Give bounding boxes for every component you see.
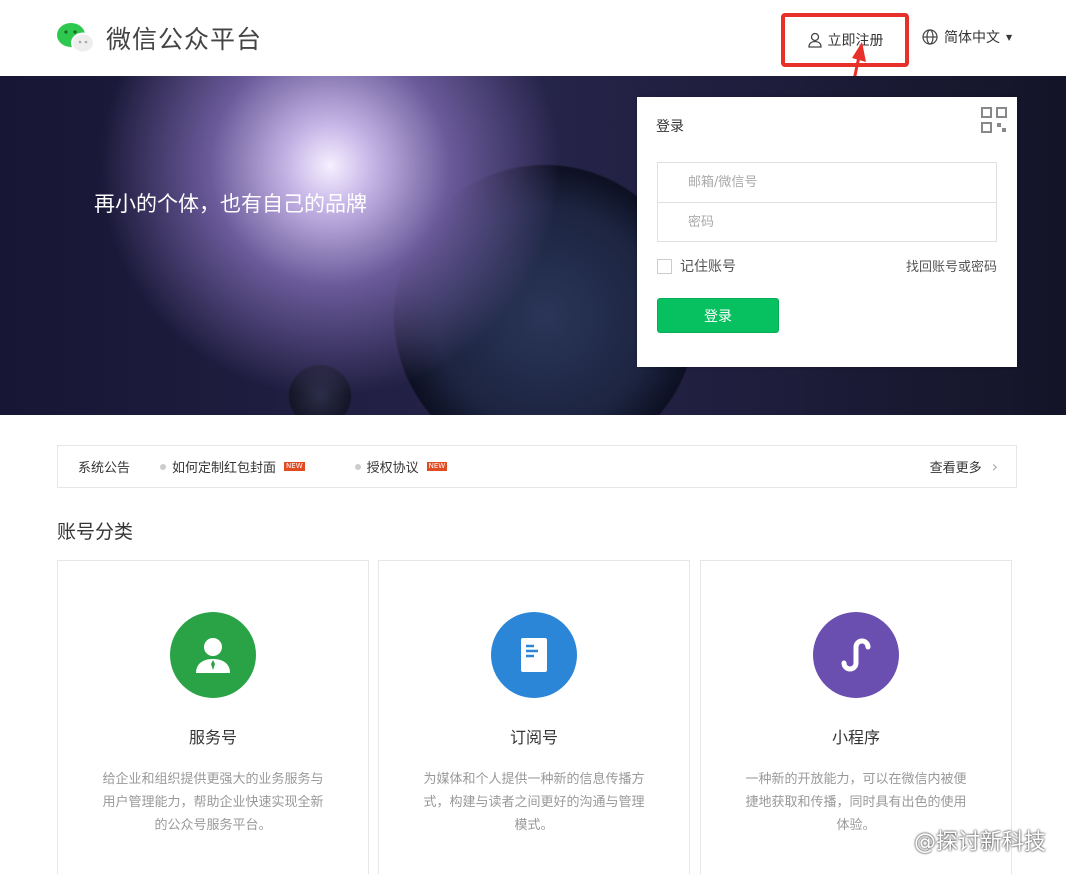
- card-subscription-account[interactable]: 订阅号 为媒体和个人提供一种新的信息传播方式，构建与读者之间更好的沟通与管理模式…: [378, 560, 690, 874]
- chevron-right-icon: ›: [991, 457, 998, 476]
- forgot-link[interactable]: 找回账号或密码: [906, 256, 997, 275]
- password-input[interactable]: [658, 202, 996, 241]
- login-button[interactable]: 登录: [657, 298, 779, 333]
- notice-bar: 系统公告 如何定制红包封面 NEW 授权协议 NEW 查看更多 ›: [57, 445, 1017, 488]
- section-title: 账号分类: [57, 521, 134, 543]
- logo[interactable]: 微信公众平台: [56, 20, 262, 56]
- card-desc: 给企业和组织提供更强大的业务服务与用户管理能力，帮助企业快速实现全新的公众号服务…: [102, 772, 324, 833]
- header: 微信公众平台 立即注册 简体中文 ▼: [0, 0, 1066, 109]
- card-service-account[interactable]: 服务号 给企业和组织提供更强大的业务服务与用户管理能力，帮助企业快速实现全新的公…: [57, 560, 369, 874]
- notice-text: 如何定制红包封面: [172, 461, 277, 476]
- new-badge: NEW: [284, 462, 305, 471]
- login-title: 登录: [656, 119, 684, 135]
- slogan: 再小的个体，也有自己的品牌: [94, 192, 367, 216]
- login-panel: 登录 记住账号 找回账号或密码 登录: [637, 97, 1017, 367]
- bullet-icon: [354, 463, 361, 470]
- login-form: [657, 162, 997, 242]
- bullet-icon: [160, 463, 167, 470]
- mini-program-icon: [813, 612, 899, 698]
- site-title: 微信公众平台: [106, 25, 263, 54]
- remember-label: 记住账号: [680, 259, 736, 275]
- qrcode-icon[interactable]: [981, 107, 1007, 133]
- more-link[interactable]: 查看更多 ›: [930, 457, 998, 476]
- account-input[interactable]: [658, 163, 996, 202]
- user-icon: [807, 32, 822, 48]
- new-badge: NEW: [426, 462, 448, 471]
- service-account-icon: [170, 612, 256, 698]
- language-selector[interactable]: 简体中文 ▼: [922, 27, 1012, 47]
- notice-text: 授权协议: [366, 461, 419, 476]
- card-title: 服务号: [188, 728, 237, 747]
- globe-icon: [922, 29, 938, 45]
- remember-checkbox[interactable]: [657, 258, 672, 274]
- subscription-account-icon: [491, 612, 577, 698]
- notice-item[interactable]: 如何定制红包封面 NEW: [160, 457, 305, 476]
- caret-down-icon: ▼: [1006, 32, 1013, 42]
- watermark: @探讨新科技: [913, 830, 1046, 855]
- card-title: 小程序: [831, 728, 880, 747]
- wechat-logo-icon: [57, 23, 95, 54]
- card-title: 订阅号: [509, 728, 558, 747]
- more-label: 查看更多: [929, 461, 982, 476]
- language-label: 简体中文: [944, 30, 1000, 46]
- remember-account[interactable]: 记住账号: [657, 256, 736, 276]
- notice-label: 系统公告: [78, 461, 131, 476]
- card-desc: 为媒体和个人提供一种新的信息传播方式，构建与读者之间更好的沟通与管理模式。: [423, 772, 645, 833]
- notice-item[interactable]: 授权协议 NEW: [354, 457, 448, 476]
